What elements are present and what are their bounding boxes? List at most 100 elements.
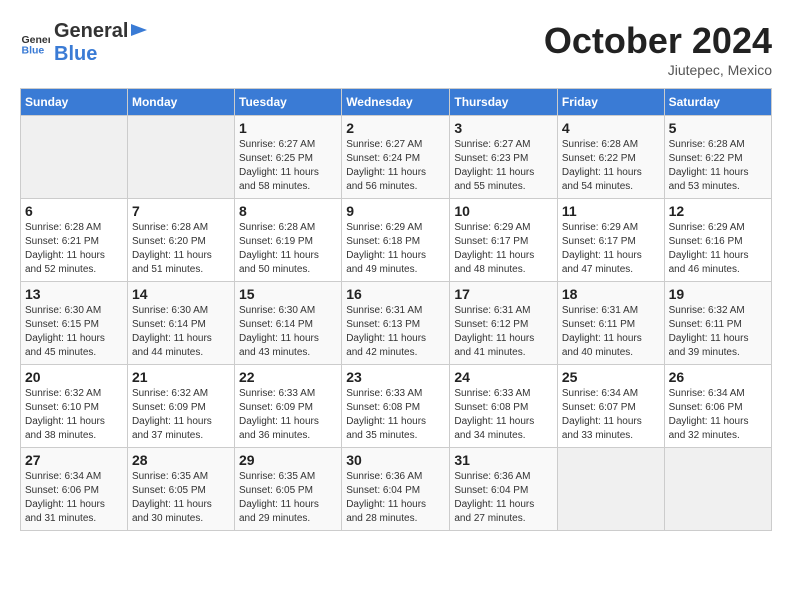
week-row-4: 20Sunrise: 6:32 AMSunset: 6:10 PMDayligh… — [21, 365, 772, 448]
day-number: 21 — [132, 369, 230, 385]
day-number: 12 — [669, 203, 767, 219]
day-cell: 8Sunrise: 6:28 AMSunset: 6:19 PMDaylight… — [235, 199, 342, 282]
day-info: Sunrise: 6:33 AMSunset: 6:09 PMDaylight:… — [239, 387, 337, 443]
day-cell: 24 Sunrise: 6:33 AMSunset: 6:08 PMDayligh… — [450, 365, 558, 448]
day-number: 17 — [454, 286, 553, 302]
day-info: Sunrise: 6:28 AMSunset: 6:22 PMDaylight:… — [562, 138, 660, 194]
day-info: Sunrise: 6:34 AMSunset: 6:07 PMDaylight:… — [562, 387, 660, 443]
day-cell: 6 Sunrise: 6:28 AMSunset: 6:21 PMDaylight… — [21, 199, 128, 282]
day-info: Sunrise: 6:33 AMSunset: 6:08 PMDaylight:… — [346, 387, 445, 443]
col-thursday: Thursday — [450, 89, 558, 116]
day-cell: 30Sunrise: 6:36 AMSunset: 6:04 PMDayligh… — [342, 448, 450, 531]
day-info: Sunrise: 6:31 AMSunset: 6:11 PMDaylight:… — [562, 304, 660, 360]
day-info: Sunrise: 6:28 AMSunset: 6:21 PMDaylight:… — [25, 221, 123, 277]
day-number: 28 — [132, 452, 230, 468]
col-monday: Monday — [127, 89, 234, 116]
day-info: Sunrise: 6:34 AMSunset: 6:06 PMDaylight:… — [669, 387, 767, 443]
day-number: 7 — [132, 203, 230, 219]
day-number: 22 — [239, 369, 337, 385]
day-info: Sunrise: 6:30 AMSunset: 6:14 PMDaylight:… — [132, 304, 230, 360]
day-cell: 14 Sunrise: 6:30 AMSunset: 6:14 PMDayligh… — [127, 282, 234, 365]
day-info: Sunrise: 6:33 AMSunset: 6:08 PMDaylight:… — [454, 387, 553, 443]
day-info: Sunrise: 6:32 AMSunset: 6:11 PMDaylight:… — [669, 304, 767, 360]
day-info: Sunrise: 6:31 AMSunset: 6:13 PMDaylight:… — [346, 304, 445, 360]
day-cell: 19 Sunrise: 6:32 AMSunset: 6:11 PMDayligh… — [664, 282, 771, 365]
day-info: Sunrise: 6:35 AMSunset: 6:05 PMDaylight:… — [132, 470, 230, 526]
day-info: Sunrise: 6:32 AMSunset: 6:09 PMDaylight:… — [132, 387, 230, 443]
day-cell: 18Sunrise: 6:31 AMSunset: 6:11 PMDayligh… — [557, 282, 664, 365]
day-number: 5 — [669, 120, 767, 136]
day-number: 27 — [25, 452, 123, 468]
title-section: October 2024 Jiutepec, Mexico — [544, 20, 772, 78]
day-cell: 17Sunrise: 6:31 AMSunset: 6:12 PMDayligh… — [450, 282, 558, 365]
day-info: Sunrise: 6:29 AMSunset: 6:17 PMDaylight:… — [562, 221, 660, 277]
day-number: 3 — [454, 120, 553, 136]
day-number: 15 — [239, 286, 337, 302]
day-cell — [664, 448, 771, 531]
day-number: 11 — [562, 203, 660, 219]
day-cell: 2 Sunrise: 6:27 AMSunset: 6:24 PMDaylight… — [342, 116, 450, 199]
day-cell: 23 Sunrise: 6:33 AMSunset: 6:08 PMDayligh… — [342, 365, 450, 448]
day-cell: 25 Sunrise: 6:34 AMSunset: 6:07 PMDayligh… — [557, 365, 664, 448]
col-friday: Friday — [557, 89, 664, 116]
day-info: Sunrise: 6:29 AMSunset: 6:18 PMDaylight:… — [346, 221, 445, 277]
col-sunday: Sunday — [21, 89, 128, 116]
day-number: 1 — [239, 120, 337, 136]
day-cell — [557, 448, 664, 531]
week-row-1: 1 Sunrise: 6:27 AMSunset: 6:25 PMDaylight… — [21, 116, 772, 199]
day-cell: 27 Sunrise: 6:34 AMSunset: 6:06 PMDayligh… — [21, 448, 128, 531]
week-row-3: 13Sunrise: 6:30 AMSunset: 6:15 PMDayligh… — [21, 282, 772, 365]
day-info: Sunrise: 6:28 AMSunset: 6:22 PMDaylight:… — [669, 138, 767, 194]
logo: General Blue General Blue — [20, 20, 150, 66]
day-number: 6 — [25, 203, 123, 219]
header-row: Sunday Monday Tuesday Wednesday Thursday… — [21, 89, 772, 116]
logo-general-text: General — [54, 20, 128, 43]
day-info: Sunrise: 6:28 AMSunset: 6:20 PMDaylight:… — [132, 221, 230, 277]
day-cell: 16 Sunrise: 6:31 AMSunset: 6:13 PMDayligh… — [342, 282, 450, 365]
day-cell: 9Sunrise: 6:29 AMSunset: 6:18 PMDaylight… — [342, 199, 450, 282]
day-info: Sunrise: 6:29 AMSunset: 6:16 PMDaylight:… — [669, 221, 767, 277]
day-number: 16 — [346, 286, 445, 302]
day-info: Sunrise: 6:32 AMSunset: 6:10 PMDaylight:… — [25, 387, 123, 443]
day-number: 14 — [132, 286, 230, 302]
day-info: Sunrise: 6:27 AMSunset: 6:25 PMDaylight:… — [239, 138, 337, 194]
day-info: Sunrise: 6:27 AMSunset: 6:23 PMDaylight:… — [454, 138, 553, 194]
day-cell: 5 Sunrise: 6:28 AMSunset: 6:22 PMDaylight… — [664, 116, 771, 199]
page-header: General Blue General Blue October 2024 J… — [20, 20, 772, 78]
day-info: Sunrise: 6:27 AMSunset: 6:24 PMDaylight:… — [346, 138, 445, 194]
day-cell: 31 Sunrise: 6:36 AMSunset: 6:04 PMDayligh… — [450, 448, 558, 531]
day-cell: 4Sunrise: 6:28 AMSunset: 6:22 PMDaylight… — [557, 116, 664, 199]
day-number: 29 — [239, 452, 337, 468]
day-number: 24 — [454, 369, 553, 385]
day-info: Sunrise: 6:35 AMSunset: 6:05 PMDaylight:… — [239, 470, 337, 526]
day-number: 2 — [346, 120, 445, 136]
day-cell: 20Sunrise: 6:32 AMSunset: 6:10 PMDayligh… — [21, 365, 128, 448]
day-number: 31 — [454, 452, 553, 468]
day-cell: 22 Sunrise: 6:33 AMSunset: 6:09 PMDayligh… — [235, 365, 342, 448]
day-cell — [127, 116, 234, 199]
day-number: 10 — [454, 203, 553, 219]
week-row-5: 27 Sunrise: 6:34 AMSunset: 6:06 PMDayligh… — [21, 448, 772, 531]
day-number: 23 — [346, 369, 445, 385]
day-cell: 7 Sunrise: 6:28 AMSunset: 6:20 PMDaylight… — [127, 199, 234, 282]
day-number: 19 — [669, 286, 767, 302]
day-info: Sunrise: 6:36 AMSunset: 6:04 PMDaylight:… — [346, 470, 445, 526]
day-cell: 26Sunrise: 6:34 AMSunset: 6:06 PMDayligh… — [664, 365, 771, 448]
day-info: Sunrise: 6:34 AMSunset: 6:06 PMDaylight:… — [25, 470, 123, 526]
day-info: Sunrise: 6:29 AMSunset: 6:17 PMDaylight:… — [454, 221, 553, 277]
calendar-table: Sunday Monday Tuesday Wednesday Thursday… — [20, 88, 772, 531]
day-number: 25 — [562, 369, 660, 385]
col-saturday: Saturday — [664, 89, 771, 116]
day-cell: 13Sunrise: 6:30 AMSunset: 6:15 PMDayligh… — [21, 282, 128, 365]
logo-blue-text: Blue — [54, 43, 97, 65]
day-cell — [21, 116, 128, 199]
day-number: 8 — [239, 203, 337, 219]
day-cell: 29 Sunrise: 6:35 AMSunset: 6:05 PMDayligh… — [235, 448, 342, 531]
day-number: 13 — [25, 286, 123, 302]
week-row-2: 6 Sunrise: 6:28 AMSunset: 6:21 PMDaylight… — [21, 199, 772, 282]
day-cell: 15Sunrise: 6:30 AMSunset: 6:14 PMDayligh… — [235, 282, 342, 365]
day-info: Sunrise: 6:36 AMSunset: 6:04 PMDaylight:… — [454, 470, 553, 526]
logo-flag-icon — [129, 22, 149, 42]
day-cell: 11 Sunrise: 6:29 AMSunset: 6:17 PMDayligh… — [557, 199, 664, 282]
day-cell: 10 Sunrise: 6:29 AMSunset: 6:17 PMDayligh… — [450, 199, 558, 282]
